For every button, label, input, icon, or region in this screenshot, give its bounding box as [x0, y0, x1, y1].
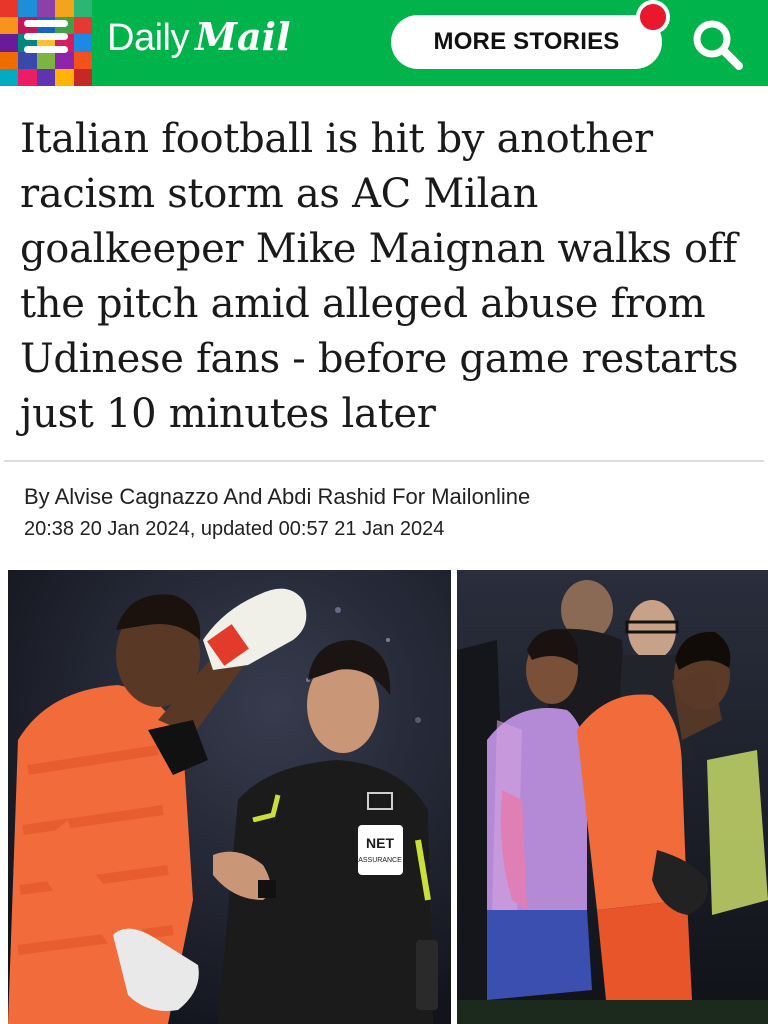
article-dateline: 20:38 20 Jan 2024, updated 00:57 21 Jan … — [24, 518, 445, 540]
logo-daily: Daily — [107, 17, 189, 59]
photo-left-illustration: NET ASSURANCE — [8, 570, 451, 1024]
photo-right-illustration — [457, 570, 768, 1024]
article-headline: Italian football is hit by another racis… — [20, 116, 739, 437]
article-byline[interactable]: By Alvise Cagnazzo And Abdi Rashid For M… — [24, 484, 530, 510]
menu-icon[interactable] — [24, 20, 68, 64]
site-logo[interactable]: Daily Mail — [107, 14, 291, 70]
notification-dot — [636, 0, 670, 34]
divider — [4, 460, 764, 462]
sponsor-badge-sub: ASSURANCE — [358, 857, 402, 864]
article-photo-left[interactable]: NET ASSURANCE — [8, 570, 451, 1024]
site-header: Daily Mail MORE STORIES — [0, 0, 768, 86]
logo-mail: Mail — [194, 14, 291, 59]
search-icon[interactable] — [689, 16, 745, 72]
article-photo-right[interactable] — [457, 570, 768, 1024]
more-stories-button[interactable]: MORE STORIES — [391, 15, 662, 69]
sponsor-badge: NET — [366, 835, 394, 851]
